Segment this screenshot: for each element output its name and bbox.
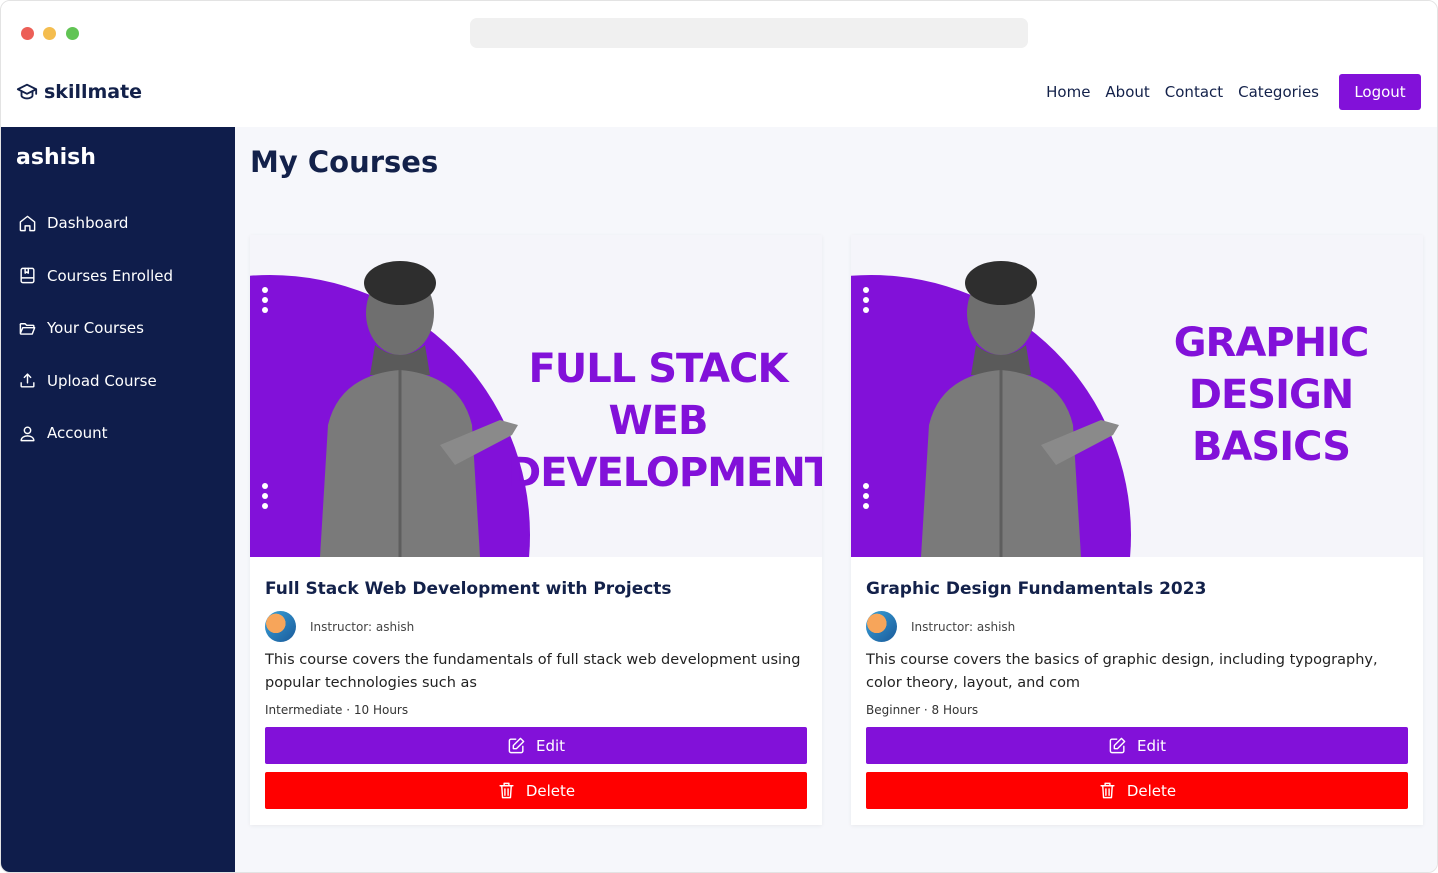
nav-links: Home About Contact Categories xyxy=(1046,83,1319,101)
browser-chrome xyxy=(1,1,1437,63)
page-title: My Courses xyxy=(250,145,439,179)
sidebar-item-label: Your Courses xyxy=(47,319,144,338)
avatar xyxy=(265,611,296,642)
home-icon xyxy=(19,215,36,232)
banner-line: DEVELOPMENT xyxy=(508,450,822,496)
course-description: This course covers the fundamentals of f… xyxy=(265,652,801,691)
instructor-name: Instructor: ashish xyxy=(911,619,1016,634)
sidebar-item-courses-enrolled[interactable]: Courses Enrolled xyxy=(1,250,235,303)
course-description: This course covers the basics of graphic… xyxy=(866,652,1378,691)
delete-button[interactable]: Delete xyxy=(866,772,1408,809)
sidebar-username: ashish xyxy=(16,145,96,170)
folder-open-icon xyxy=(19,322,36,335)
course-title[interactable]: Graphic Design Fundamentals 2023 xyxy=(866,579,1206,599)
top-navbar: skillmate Home About Contact Categories … xyxy=(1,63,1437,127)
brand-logo[interactable]: skillmate xyxy=(16,81,142,103)
main-content: My Courses FULL STACK WEB DEVELOPMENT Fu… xyxy=(235,127,1437,872)
avatar xyxy=(866,611,897,642)
sidebar-item-label: Account xyxy=(47,424,108,443)
sidebar: ashish Dashboard Courses Enrolled Your C… xyxy=(1,127,235,872)
course-title[interactable]: Full Stack Web Development with Projects xyxy=(265,579,672,599)
sidebar-item-upload-course[interactable]: Upload Course xyxy=(1,355,235,408)
more-options-icon[interactable] xyxy=(863,287,871,313)
address-bar[interactable] xyxy=(470,18,1028,48)
instructor-name: Instructor: ashish xyxy=(310,619,415,634)
delete-label: Delete xyxy=(1126,781,1177,800)
more-options-icon[interactable] xyxy=(262,483,270,509)
course-meta: Intermediate · 10 Hours xyxy=(265,703,409,717)
logout-button[interactable]: Logout xyxy=(1339,74,1421,110)
edit-icon xyxy=(508,737,525,754)
delete-label: Delete xyxy=(525,781,576,800)
sidebar-item-account[interactable]: Account xyxy=(1,407,235,460)
course-meta: Beginner · 8 Hours xyxy=(866,703,979,717)
course-card: GRAPHIC DESIGN BASICS Graphic Design Fun… xyxy=(851,235,1423,825)
instructor-row: Instructor: ashish xyxy=(866,611,1015,642)
edit-button[interactable]: Edit xyxy=(265,727,807,764)
sidebar-item-label: Courses Enrolled xyxy=(47,266,174,285)
more-options-icon[interactable] xyxy=(262,287,270,313)
maximize-window-dot[interactable] xyxy=(66,27,79,40)
upload-icon xyxy=(20,373,35,388)
delete-button[interactable]: Delete xyxy=(265,772,807,809)
edit-label: Edit xyxy=(1136,736,1167,755)
user-icon xyxy=(20,426,35,442)
banner-heading: GRAPHIC DESIGN BASICS xyxy=(1126,317,1416,473)
banner-line: FULL STACK WEB xyxy=(528,346,788,444)
sidebar-item-label: Upload Course xyxy=(47,371,157,390)
nav-link-contact[interactable]: Contact xyxy=(1165,83,1223,101)
banner-heading: FULL STACK WEB DEVELOPMENT xyxy=(508,343,822,499)
browser-window: skillmate Home About Contact Categories … xyxy=(0,0,1438,873)
sidebar-item-dashboard[interactable]: Dashboard xyxy=(1,197,235,250)
sidebar-item-label: Dashboard xyxy=(47,214,129,233)
course-thumbnail[interactable]: GRAPHIC DESIGN BASICS xyxy=(851,235,1423,557)
more-options-icon[interactable] xyxy=(863,483,871,509)
edit-icon xyxy=(1109,737,1126,754)
trash-icon xyxy=(1100,782,1115,799)
banner-line: DESIGN BASICS xyxy=(1188,372,1355,470)
course-card: FULL STACK WEB DEVELOPMENT Full Stack We… xyxy=(250,235,822,825)
sidebar-menu: Dashboard Courses Enrolled Your Courses … xyxy=(1,197,235,460)
nav-link-home[interactable]: Home xyxy=(1046,83,1090,101)
close-window-dot[interactable] xyxy=(21,27,34,40)
edit-button[interactable]: Edit xyxy=(866,727,1408,764)
graduation-cap-icon xyxy=(16,83,38,100)
instructor-row: Instructor: ashish xyxy=(265,611,414,642)
course-thumbnail[interactable]: FULL STACK WEB DEVELOPMENT xyxy=(250,235,822,557)
trash-icon xyxy=(499,782,514,799)
nav-link-about[interactable]: About xyxy=(1105,83,1149,101)
sidebar-item-your-courses[interactable]: Your Courses xyxy=(1,302,235,355)
minimize-window-dot[interactable] xyxy=(43,27,56,40)
banner-line: GRAPHIC xyxy=(1173,320,1370,366)
brand-name: skillmate xyxy=(44,81,143,103)
nav-link-categories[interactable]: Categories xyxy=(1238,83,1319,101)
edit-label: Edit xyxy=(535,736,566,755)
book-icon xyxy=(20,267,35,284)
